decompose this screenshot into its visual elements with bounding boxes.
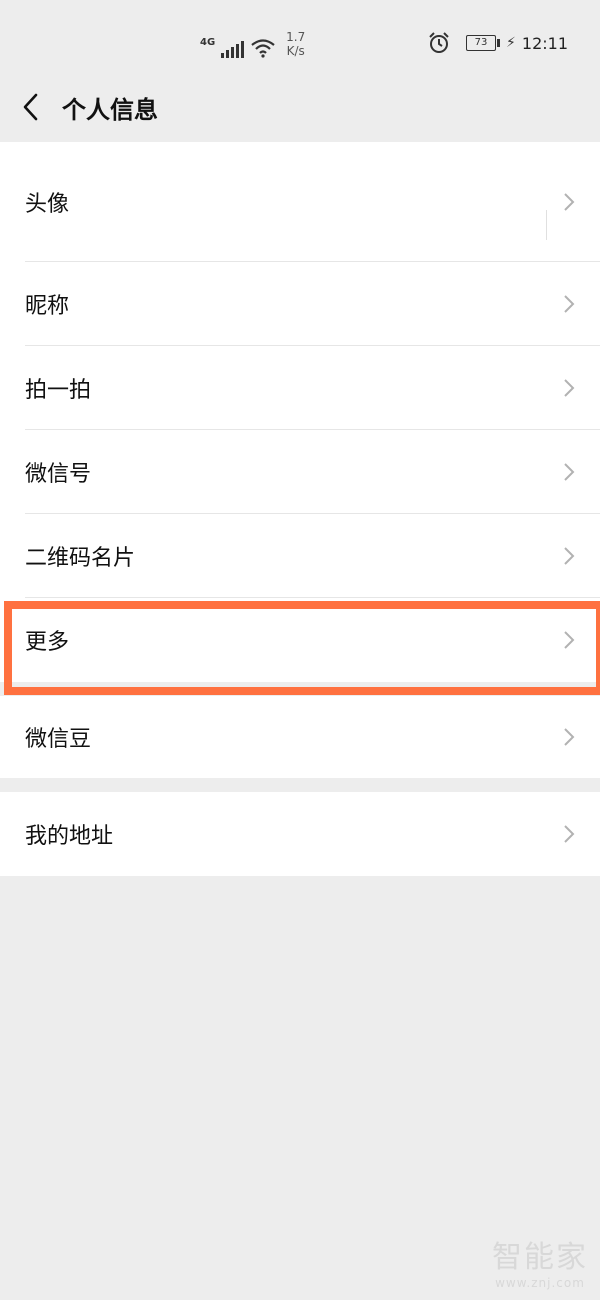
list-item-label: 微信豆 <box>25 727 92 752</box>
list-item-label: 微信号 <box>25 462 92 487</box>
speed-unit: K/s <box>286 44 305 58</box>
list-item-label: 头像 <box>25 192 70 217</box>
chevron-right-icon <box>564 631 575 649</box>
nav-bar: 个人信息 <box>0 80 600 142</box>
list-item-avatar[interactable]: 头像 <box>0 142 600 262</box>
watermark-url: www.znj.com <box>495 1276 585 1290</box>
page-title: 个人信息 <box>62 96 158 124</box>
chevron-right-icon <box>564 547 575 565</box>
list-item-label: 我的地址 <box>25 824 114 849</box>
chevron-right-icon <box>564 379 575 397</box>
list-item-address[interactable]: 我的地址 <box>0 792 600 876</box>
chevron-right-icon <box>564 728 575 746</box>
profile-info-group: 头像 昵称 拍一拍 微信号 二维码名片 更多 <box>0 142 600 682</box>
list-item-nickname[interactable]: 昵称 <box>0 262 600 346</box>
chevron-right-icon <box>564 193 575 211</box>
list-item-wechat-beans[interactable]: 微信豆 <box>0 696 600 778</box>
list-item-label: 拍一拍 <box>25 378 92 403</box>
wechat-beans-group: 微信豆 <box>0 696 600 778</box>
list-item-label: 二维码名片 <box>25 546 136 571</box>
list-item-pat[interactable]: 拍一拍 <box>0 346 600 430</box>
watermark: 智能家 www.znj.com <box>492 1232 588 1290</box>
signal-icon <box>221 40 245 58</box>
address-group: 我的地址 <box>0 792 600 876</box>
status-right: 73 ⚡ 12:11 <box>428 32 568 54</box>
list-item-label: 更多 <box>25 630 70 655</box>
network-type: 4G <box>200 37 216 48</box>
network-speed: 1.7 K/s <box>286 30 305 58</box>
list-item-qr-code[interactable]: 二维码名片 <box>0 514 600 598</box>
chevron-right-icon <box>564 825 575 843</box>
alarm-icon <box>429 32 449 53</box>
list-item-wechat-id[interactable]: 微信号 <box>0 430 600 514</box>
clock: 12:11 <box>521 33 568 53</box>
battery-level: 73 <box>474 37 488 48</box>
speed-value: 1.7 <box>286 30 306 44</box>
list-item-label: 昵称 <box>25 294 70 319</box>
back-arrow-icon[interactable] <box>18 92 44 122</box>
list-item-more[interactable]: 更多 <box>0 598 600 682</box>
network-indicators: 4G 1.7 K/s <box>200 30 305 58</box>
watermark-name: 智能家 <box>492 1240 588 1275</box>
status-bar: 4G 1.7 K/s 73 ⚡ 12:11 <box>0 0 600 80</box>
charging-icon: ⚡ <box>506 35 516 51</box>
chevron-right-icon <box>564 463 575 481</box>
wifi-icon <box>251 39 275 58</box>
battery-icon: 73 <box>466 35 501 51</box>
avatar <box>546 210 547 240</box>
chevron-right-icon <box>564 295 575 313</box>
